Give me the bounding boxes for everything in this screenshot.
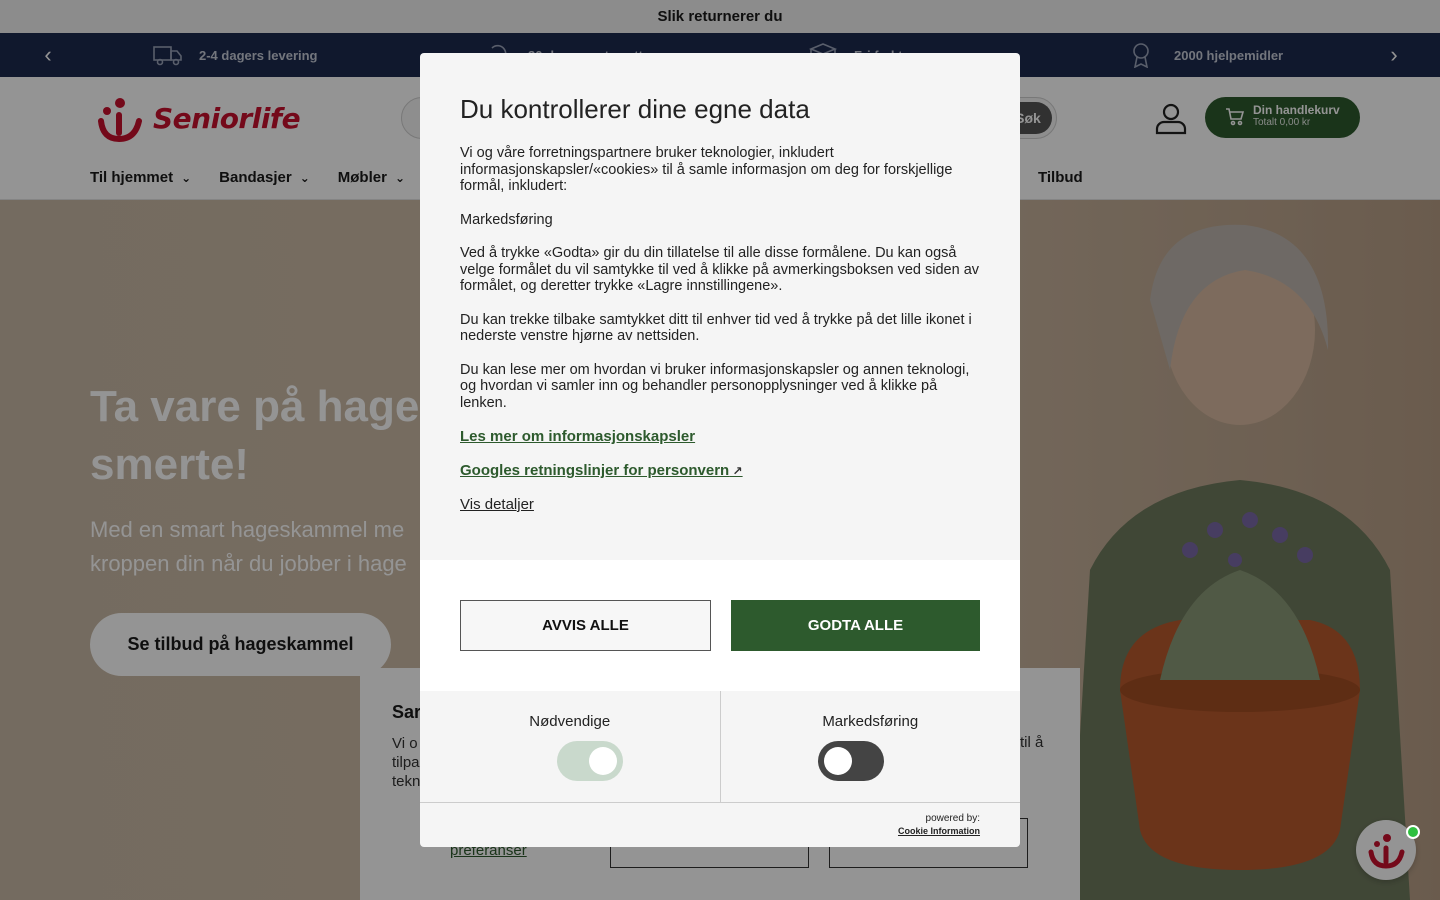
dialog-purpose: Markedsføring [460,211,553,228]
online-status-dot [1406,825,1420,839]
switch-knob [589,747,617,775]
toggle-label: Nødvendige [529,713,611,730]
marketing-switch[interactable] [817,741,884,781]
dialog-body: Du kontrollerer dine egne data Vi og vår… [460,93,985,513]
accept-all-button[interactable]: GODTA ALLE [731,600,980,651]
reject-all-button[interactable]: AVVIS ALLE [460,600,711,651]
toggle-marketing: Markedsføring [719,691,1021,802]
dialog-withdraw-info: Du kan trekke tilbake samtykket ditt til… [460,311,972,345]
switch-knob [823,747,852,775]
cookie-info-link[interactable]: Les mer om informasjonskapsler [460,428,985,445]
powered-by: powered by: Cookie Information [898,813,980,837]
toggle-label: Markedsføring [822,713,919,730]
necessary-switch [557,741,623,781]
consent-toggles: Nødvendige Markedsføring [420,691,1020,803]
show-details-link[interactable]: Vis detaljer [460,496,985,513]
dialog-button-row: AVVIS ALLE GODTA ALLE [420,560,1020,691]
google-privacy-link[interactable]: Googles retningslinjer for personvern [460,462,985,479]
dialog-accept-info: Ved å trykke «Godta» gir du din tillatel… [460,245,980,294]
dialog-title: Du kontrollerer dine egne data [460,94,810,124]
cookie-consent-dialog: Du kontrollerer dine egne data Vi og vår… [420,53,1020,847]
powered-by-label: powered by: [925,813,980,824]
cookie-information-link[interactable]: Cookie Information [898,825,980,837]
dialog-intro: Vi og våre forretningspartnere bruker te… [460,145,953,194]
dialog-read-more-info: Du kan lese mer om hvordan vi bruker inf… [460,361,970,411]
toggle-necessary: Nødvendige [420,691,720,802]
